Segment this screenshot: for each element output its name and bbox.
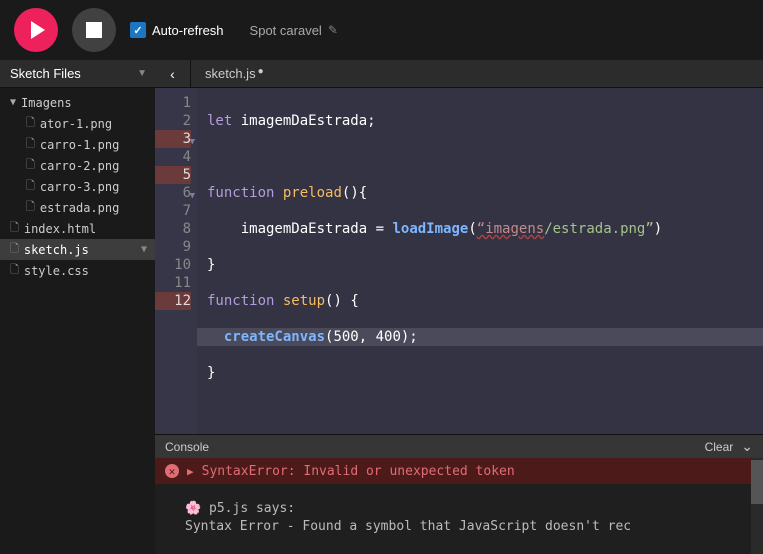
console-error-row[interactable]: ✕ ▶ SyntaxError: Invalid or unexpected t… bbox=[155, 458, 763, 484]
top-toolbar: ✓ Auto-refresh Spot caravel ✎ bbox=[0, 0, 763, 60]
folder-imagens[interactable]: ▼ Imagens bbox=[0, 92, 155, 113]
file-item[interactable]: 🗋carro-3.png bbox=[0, 176, 155, 197]
pencil-icon: ✎ bbox=[328, 23, 338, 37]
expand-icon[interactable]: ▶ bbox=[187, 465, 194, 478]
file-item[interactable]: 🗋estrada.png bbox=[0, 197, 155, 218]
file-icon: 🗋 bbox=[26, 114, 35, 133]
file-sketch-js[interactable]: 🗋sketch.js▼ bbox=[0, 239, 155, 260]
code-editor[interactable]: 1 2 3▼ 4 5 6▼ 7 8 9 10 11 12 let imagemD… bbox=[155, 88, 763, 434]
file-style-css[interactable]: 🗋style.css bbox=[0, 260, 155, 281]
file-icon: 🗋 bbox=[26, 177, 35, 196]
line-gutter: 1 2 3▼ 4 5 6▼ 7 8 9 10 11 12 bbox=[155, 88, 197, 434]
dirty-dot-icon: ● bbox=[258, 66, 264, 77]
project-name-text: Spot caravel bbox=[250, 23, 322, 38]
editor-pane: ‹ sketch.js● 1 2 3▼ 4 5 6▼ 7 8 9 10 11 1… bbox=[155, 60, 763, 554]
auto-refresh-label: Auto-refresh bbox=[152, 23, 224, 38]
console-scrollbar[interactable] bbox=[751, 458, 763, 554]
stop-icon bbox=[86, 22, 102, 38]
file-sidebar: Sketch Files ▼ ▼ Imagens 🗋ator-1.png 🗋ca… bbox=[0, 60, 155, 554]
active-file-tab[interactable]: sketch.js● bbox=[191, 66, 276, 81]
code-content[interactable]: let imagemDaEstrada; function preload(){… bbox=[197, 88, 763, 434]
sidebar-title: Sketch Files bbox=[10, 66, 81, 81]
project-name-edit[interactable]: Spot caravel ✎ bbox=[250, 23, 338, 38]
flower-icon: 🌸 bbox=[185, 501, 201, 516]
console-panel: Console Clear ⌄ ✕ ▶ SyntaxError: Invalid… bbox=[155, 434, 763, 554]
file-icon: 🗋 bbox=[10, 261, 19, 280]
file-icon: 🗋 bbox=[10, 240, 19, 259]
file-icon: 🗋 bbox=[26, 135, 35, 154]
main-area: Sketch Files ▼ ▼ Imagens 🗋ator-1.png 🗋ca… bbox=[0, 60, 763, 554]
file-item[interactable]: 🗋carro-2.png bbox=[0, 155, 155, 176]
console-title: Console bbox=[165, 440, 209, 454]
play-button[interactable] bbox=[14, 8, 58, 52]
auto-refresh-checkbox[interactable]: ✓ Auto-refresh bbox=[130, 22, 224, 38]
error-message: SyntaxError: Invalid or unexpected token bbox=[202, 464, 515, 479]
console-header: Console Clear ⌄ bbox=[155, 434, 763, 458]
sidebar-header[interactable]: Sketch Files ▼ bbox=[0, 60, 155, 88]
folder-expand-icon: ▼ bbox=[10, 97, 16, 108]
stop-button[interactable] bbox=[72, 8, 116, 52]
file-icon: 🗋 bbox=[26, 198, 35, 217]
play-icon bbox=[31, 21, 45, 39]
editor-tabbar: ‹ sketch.js● bbox=[155, 60, 763, 88]
chevron-left-icon: ‹ bbox=[170, 66, 175, 82]
collapse-sidebar-button[interactable]: ‹ bbox=[155, 60, 191, 87]
checkbox-check-icon: ✓ bbox=[130, 22, 146, 38]
file-tree: ▼ Imagens 🗋ator-1.png 🗋carro-1.png 🗋carr… bbox=[0, 88, 155, 285]
file-index-html[interactable]: 🗋index.html bbox=[0, 218, 155, 239]
file-item[interactable]: 🗋ator-1.png bbox=[0, 113, 155, 134]
file-icon: 🗋 bbox=[10, 219, 19, 238]
error-icon: ✕ bbox=[165, 464, 179, 478]
p5-friendly-error: 🌸 p5.js says: Syntax Error - Found a sym… bbox=[185, 500, 753, 536]
scrollbar-thumb[interactable] bbox=[751, 460, 763, 504]
chevron-down-icon[interactable]: ▼ bbox=[141, 244, 147, 255]
file-icon: 🗋 bbox=[26, 156, 35, 175]
folder-label: Imagens bbox=[21, 96, 72, 110]
console-clear-button[interactable]: Clear bbox=[705, 440, 734, 454]
file-item[interactable]: 🗋carro-1.png bbox=[0, 134, 155, 155]
console-body[interactable]: ✕ ▶ SyntaxError: Invalid or unexpected t… bbox=[155, 458, 763, 554]
chevron-down-icon[interactable]: ⌄ bbox=[741, 438, 753, 455]
chevron-down-icon: ▼ bbox=[137, 68, 147, 79]
